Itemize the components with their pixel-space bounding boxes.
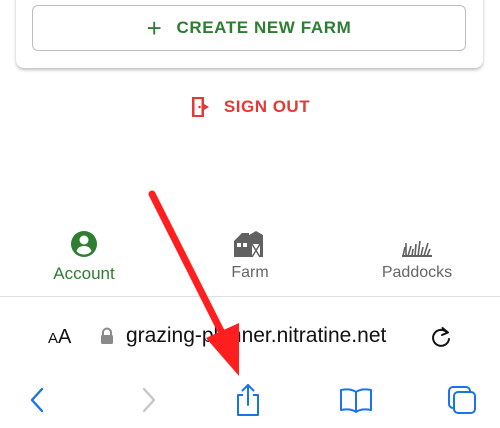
forward-icon	[142, 387, 156, 413]
exit-door-icon	[191, 97, 209, 117]
bookmarks-icon	[340, 388, 372, 413]
share-button[interactable]	[226, 378, 270, 422]
address-bar[interactable]: AA grazing-planner.nitratine.net	[0, 318, 500, 358]
share-icon	[237, 384, 259, 416]
plus-icon: +	[146, 13, 163, 43]
create-new-farm-label: CREATE NEW FARM	[176, 18, 352, 37]
url-text: grazing-planner.nitratine.net	[126, 324, 387, 347]
create-new-farm-button[interactable]: + CREATE NEW FARM	[32, 5, 466, 51]
text-size-button[interactable]: AA	[48, 326, 71, 349]
lock-icon	[101, 327, 113, 344]
tab-farm[interactable]: Farm	[180, 228, 320, 288]
tab-account[interactable]: Account	[14, 228, 154, 288]
sign-out-button[interactable]: SIGN OUT	[0, 92, 500, 122]
grass-icon	[402, 240, 432, 257]
sign-out-label: SIGN OUT	[223, 97, 311, 116]
back-icon	[30, 387, 44, 413]
tab-paddocks-label: Paddocks	[381, 264, 453, 281]
barn-icon	[234, 231, 263, 258]
bookmarks-button[interactable]	[334, 378, 378, 422]
tab-farm-label: Farm	[231, 264, 269, 281]
bottom-navigation: Account Farm Paddocks	[0, 228, 500, 288]
account-circle-icon	[71, 231, 97, 257]
tab-paddocks[interactable]: Paddocks	[347, 228, 487, 288]
tab-account-label: Account	[53, 264, 115, 283]
browser-toolbar	[0, 378, 500, 422]
back-button[interactable]	[16, 378, 60, 422]
browser-chrome-divider	[0, 296, 500, 297]
tabs-button[interactable]	[440, 378, 484, 422]
reload-icon[interactable]	[428, 325, 454, 351]
tabs-icon	[448, 386, 476, 414]
forward-button[interactable]	[126, 378, 170, 422]
